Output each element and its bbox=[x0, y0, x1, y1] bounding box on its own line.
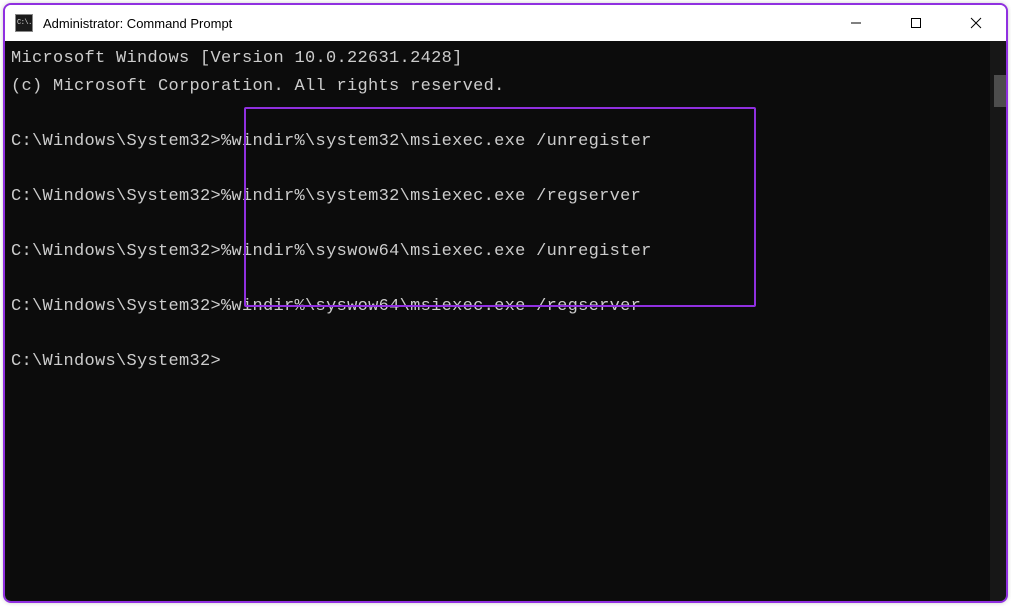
titlebar[interactable]: C:\. Administrator: Command Prompt bbox=[5, 5, 1006, 41]
minimize-icon bbox=[850, 17, 862, 29]
cmd-icon: C:\. bbox=[15, 14, 33, 32]
close-icon bbox=[970, 17, 982, 29]
command-2: %windir%\system32\msiexec.exe /regserver bbox=[221, 187, 641, 206]
copyright-line: (c) Microsoft Corporation. All rights re… bbox=[11, 77, 505, 96]
command-3: %windir%\syswow64\msiexec.exe /unregiste… bbox=[221, 242, 652, 261]
close-button[interactable] bbox=[946, 5, 1006, 41]
prompt: C:\Windows\System32> bbox=[11, 352, 221, 371]
cmd-icon-text: C:\. bbox=[17, 20, 32, 27]
terminal[interactable]: Microsoft Windows [Version 10.0.22631.24… bbox=[5, 41, 1006, 601]
maximize-icon bbox=[910, 17, 922, 29]
window-title: Administrator: Command Prompt bbox=[43, 16, 826, 31]
scrollbar-thumb[interactable] bbox=[994, 75, 1006, 107]
maximize-button[interactable] bbox=[886, 5, 946, 41]
app-window: C:\. Administrator: Command Prompt Micro… bbox=[3, 3, 1008, 603]
version-line: Microsoft Windows [Version 10.0.22631.24… bbox=[11, 49, 463, 68]
prompt: C:\Windows\System32> bbox=[11, 132, 221, 151]
prompt: C:\Windows\System32> bbox=[11, 187, 221, 206]
command-4: %windir%\syswow64\msiexec.exe /regserver bbox=[221, 297, 641, 316]
window-controls bbox=[826, 5, 1006, 41]
prompt: C:\Windows\System32> bbox=[11, 242, 221, 261]
terminal-text: Microsoft Windows [Version 10.0.22631.24… bbox=[5, 41, 1006, 379]
prompt: C:\Windows\System32> bbox=[11, 297, 221, 316]
command-1: %windir%\system32\msiexec.exe /unregiste… bbox=[221, 132, 652, 151]
scrollbar-track[interactable] bbox=[990, 41, 1006, 601]
minimize-button[interactable] bbox=[826, 5, 886, 41]
